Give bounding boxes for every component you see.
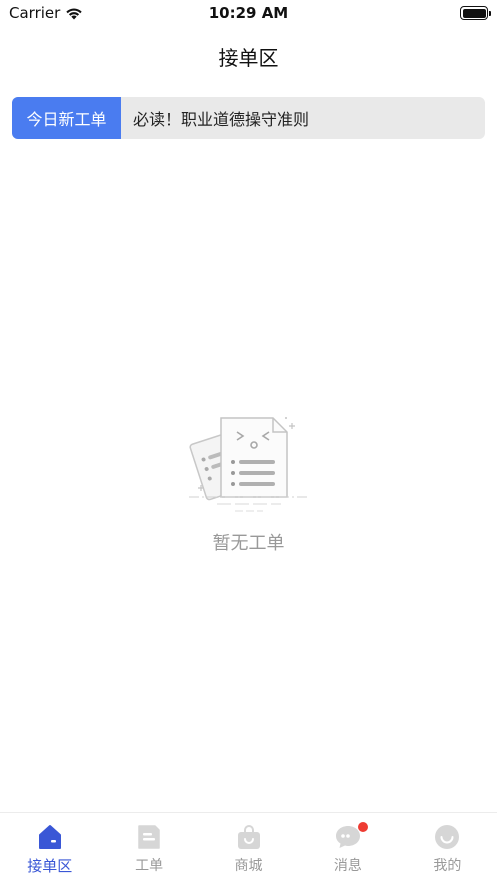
shopping-bag-icon	[237, 825, 260, 849]
tab-label: 接单区	[27, 857, 73, 875]
notice-bar[interactable]: 今日新工单 必读！职业道德操守准则	[12, 97, 485, 139]
status-bar: Carrier 10:29 AM	[0, 0, 497, 26]
tab-work-order[interactable]: 工单	[99, 813, 198, 883]
empty-document-illustration	[188, 417, 309, 512]
notice-text[interactable]: 必读！职业道德操守准则	[121, 106, 309, 130]
tab-mall[interactable]: 商城	[199, 813, 298, 883]
tab-label: 工单	[135, 858, 164, 874]
tab-profile[interactable]: 我的	[398, 813, 497, 883]
notice-tag[interactable]: 今日新工单	[12, 97, 121, 139]
empty-state-text: 暂无工单	[212, 533, 285, 554]
page-title: 接单区	[218, 46, 279, 70]
document-icon	[138, 825, 160, 849]
tab-messages[interactable]: 消息	[298, 813, 397, 883]
battery-icon	[460, 6, 491, 20]
home-icon	[38, 825, 61, 849]
tab-label: 消息	[333, 858, 362, 874]
tab-label: 商城	[234, 858, 263, 874]
tab-label: 我的	[433, 858, 462, 874]
status-time: 10:29 AM	[208, 4, 289, 22]
tab-bar: 接单区 工单 商城 消息 我的	[0, 812, 497, 883]
empty-state: 暂无工单	[0, 415, 497, 555]
smiley-icon	[435, 825, 460, 849]
tab-order-area[interactable]: 接单区	[0, 813, 99, 883]
unread-badge-dot	[356, 821, 369, 833]
